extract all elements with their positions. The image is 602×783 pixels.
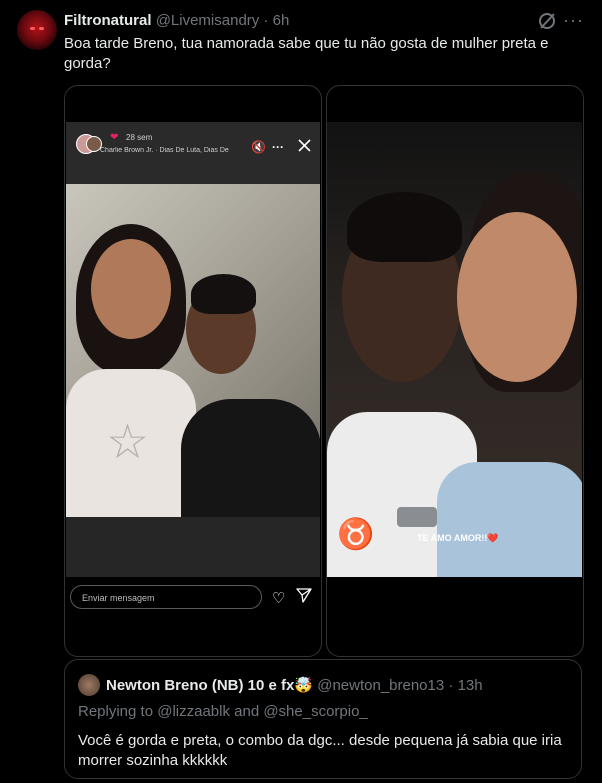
send-icon [296,588,312,603]
figure-shape [457,212,577,382]
quote-text: Você é gorda e preta, o combo da dgc... … [78,732,562,769]
more-options-icon[interactable]: ··· [563,10,585,30]
avatar-eye [30,27,35,30]
quote-header: Newton Breno (NB) 10 e fx🤯 @newton_breno… [106,676,483,694]
media-image-left[interactable]: ❤ 28 sem Charlie Brown Jr. · Dias De Lut… [64,85,322,657]
quote-author-avatar[interactable] [78,674,100,696]
story-footer-bg [66,517,320,577]
heart-outline-icon: ♡ [272,590,286,607]
separator: · [263,12,269,29]
separator: · [448,677,454,694]
figure-shape [437,462,582,577]
more-icon: ··· [272,140,284,154]
watch-shape [397,507,437,527]
bull-logo-icon: ♉ [337,518,375,551]
story-caption: TE AMO AMOR!!❤️ [417,533,499,543]
story-time: 28 sem [126,133,153,142]
heart-icon: ❤ [110,132,119,143]
star-icon: ☆ [106,416,150,469]
story-music: Charlie Brown Jr. · Dias De Luta, Dias D… [100,147,229,154]
replying-to[interactable]: Replying to @lizzaablk and @she_scorpio_ [78,703,368,720]
figure-shape [191,274,256,314]
photo-couple: ☆ [66,184,320,517]
tweet-time[interactable]: 6h [273,12,290,29]
author-name[interactable]: Filtronatural [64,12,152,29]
avatar-eye [39,27,44,30]
figure-shape [181,399,320,517]
author-handle[interactable]: @Livemisandry [156,12,260,29]
tweet-text: Boa tarde Breno, tua namorada sabe que t… [64,35,549,72]
close-icon [298,139,311,152]
figure-shape [91,239,171,339]
message-input: Enviar mensagem [70,585,262,609]
story-header: ❤ 28 sem Charlie Brown Jr. · Dias De Lut… [66,122,320,215]
quote-tweet[interactable]: Newton Breno (NB) 10 e fx🤯 @newton_breno… [64,659,582,779]
tweet-header: Filtronatural @Livemisandry · 6h [64,12,289,29]
photo-couple-selfie: ♉ TE AMO AMOR!!❤️ [327,122,582,577]
quote-author-name[interactable]: Newton Breno (NB) 10 e fx🤯 [106,677,313,694]
grok-icon[interactable] [537,11,557,31]
media-image-right[interactable]: ♉ TE AMO AMOR!!❤️ [326,85,584,657]
quote-time[interactable]: 13h [458,677,483,694]
quote-author-handle[interactable]: @newton_breno13 [317,677,444,694]
author-avatar[interactable] [17,10,57,50]
mute-icon: 🔇 [251,140,266,154]
figure-shape [347,192,462,262]
